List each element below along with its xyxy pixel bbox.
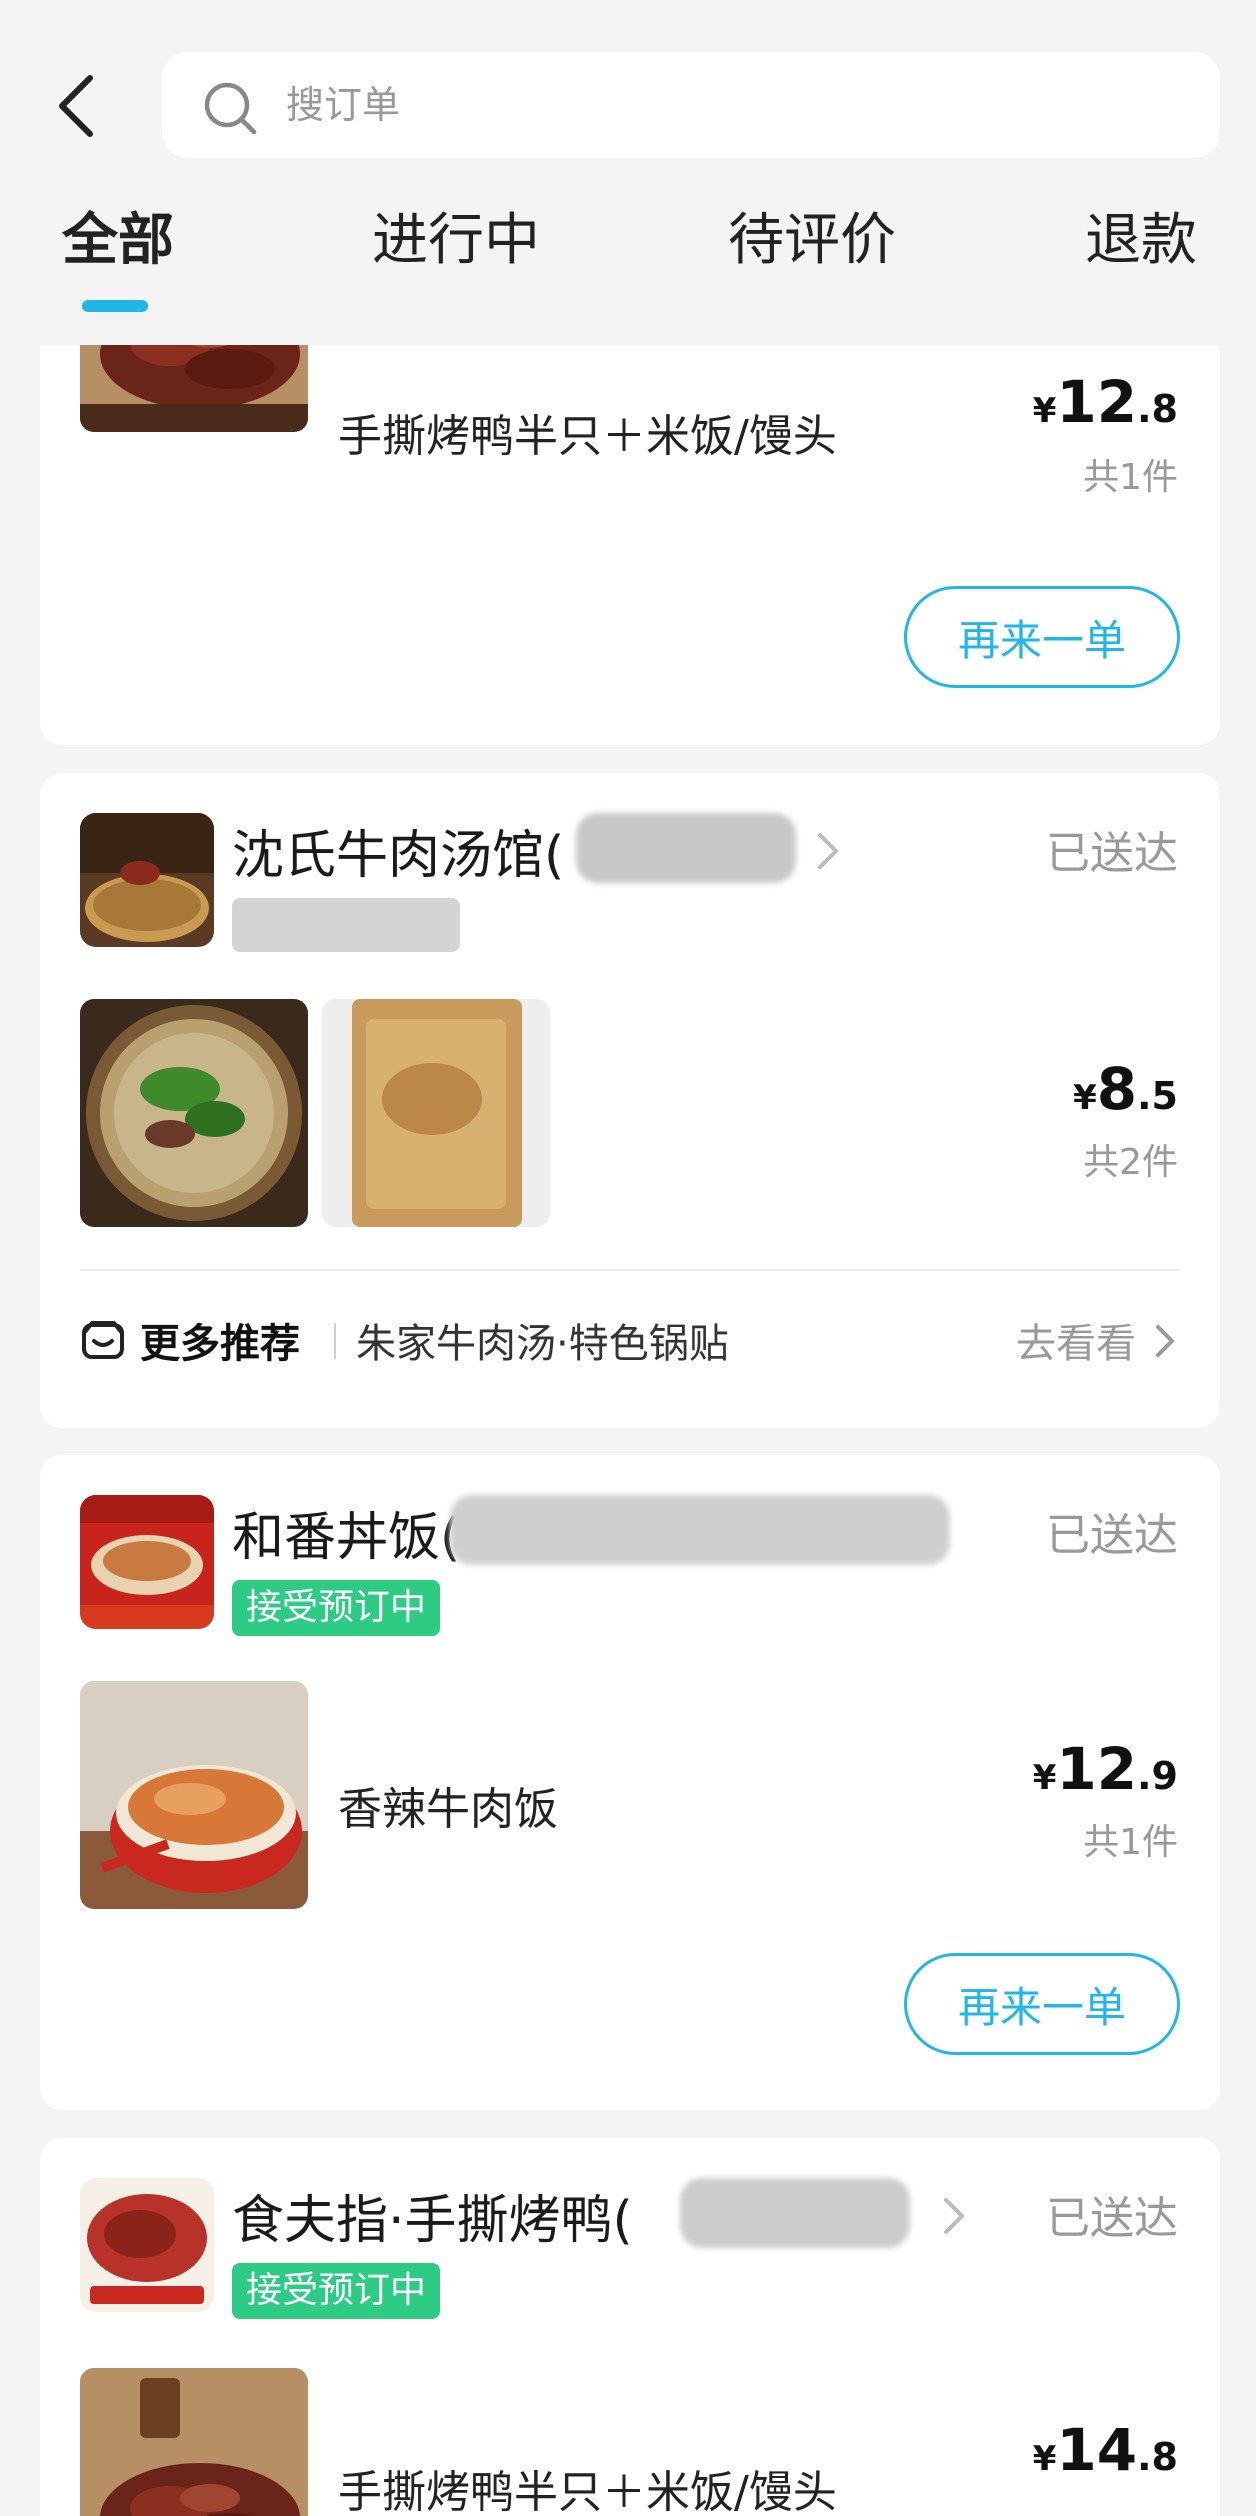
order-tabs: 全部 进行中 待评价 退款 (0, 195, 1256, 325)
order-status: 已送达 (1046, 2193, 1178, 2244)
order-status: 已送达 (1046, 828, 1178, 879)
shop-logo (80, 2178, 214, 2312)
chevron-right-icon[interactable] (814, 829, 844, 873)
food-image-spicy-beef-rice (80, 1681, 308, 1909)
food-image-pan-fried-dumpling (322, 999, 550, 1227)
search-icon (204, 82, 257, 135)
active-tab-indicator (82, 300, 148, 312)
order-card[interactable]: 沈氏牛肉汤馆( 已送达 ¥8.5 共2件 更多推荐 朱家牛肉汤·特色锅贴 去看看 (40, 773, 1220, 1428)
reservation-tag: 接受预订中 (232, 1580, 441, 1636)
shop-bag-icon (82, 1321, 124, 1359)
separator (334, 1323, 336, 1359)
back-button[interactable] (48, 66, 108, 146)
order-card[interactable]: 和番丼饭( 已送达 接受预订中 香辣牛肉饭 ¥12.9 共1件 再来一单 (40, 1455, 1220, 2110)
reservation-tag: 接受预订中 (232, 2263, 441, 2319)
reorder-button[interactable]: 再来一单 (904, 1953, 1180, 2055)
recommend-description: 朱家牛肉汤·特色锅贴 (356, 1321, 729, 1367)
more-recommendations[interactable]: 更多推荐 朱家牛肉汤·特色锅贴 去看看 (80, 1293, 1180, 1383)
recommend-title: 更多推荐 (140, 1321, 300, 1367)
top-bar: 全部 进行中 待评价 退款 (0, 0, 1256, 345)
order-price: ¥12.8 (1032, 368, 1178, 436)
shop-name[interactable]: 食夫指·手撕烤鸭( (232, 2178, 633, 2253)
search-input[interactable] (286, 52, 1166, 158)
redacted-shop-branch (450, 1495, 950, 1565)
item-name: 香辣牛肉饭 (338, 1784, 558, 1835)
tab-all[interactable]: 全部 (62, 195, 174, 276)
item-name: 手撕烤鸭半只＋米饭/馒头 (338, 411, 837, 462)
item-count: 共1件 (1083, 1822, 1178, 1863)
order-status: 已送达 (1046, 1510, 1178, 1561)
tab-refund[interactable]: 退款 (1085, 195, 1197, 276)
order-price: ¥8.5 (1073, 1055, 1178, 1123)
reorder-button[interactable]: 再来一单 (904, 586, 1180, 688)
order-card[interactable]: 手撕烤鸭半只＋米饭/馒头 ¥12.8 共1件 再来一单 (40, 310, 1220, 745)
shop-logo (80, 1495, 214, 1629)
order-price: ¥14.8 (1032, 2416, 1178, 2484)
order-price: ¥12.9 (1032, 1735, 1178, 1803)
chevron-right-icon[interactable] (1152, 1319, 1180, 1363)
food-image-roast-duck (80, 2368, 308, 2516)
item-count: 共2件 (1083, 1142, 1178, 1183)
food-image-beef-soup (80, 999, 308, 1227)
redacted-tag (232, 898, 460, 952)
tab-in-progress[interactable]: 进行中 (372, 195, 540, 276)
shop-name[interactable]: 沈氏牛肉汤馆( (232, 813, 564, 888)
shop-logo (80, 813, 214, 947)
shop-name[interactable]: 和番丼饭( (232, 1495, 460, 1570)
order-card[interactable]: 食夫指·手撕烤鸭( 已送达 接受预订中 手撕烤鸭半只＋米饭/馒头 ¥14.8 (40, 2138, 1220, 2516)
redacted-shop-branch (576, 813, 796, 883)
search-bar[interactable] (162, 52, 1220, 158)
divider (80, 1269, 1180, 1271)
tab-to-review[interactable]: 待评价 (728, 195, 896, 276)
go-see-link[interactable]: 去看看 (1016, 1311, 1136, 1369)
chevron-right-icon[interactable] (940, 2194, 970, 2238)
redacted-shop-branch (680, 2178, 910, 2248)
item-name: 手撕烤鸭半只＋米饭/馒头 (338, 2467, 837, 2516)
chevron-left-icon (59, 75, 93, 137)
item-count: 共1件 (1083, 457, 1178, 498)
